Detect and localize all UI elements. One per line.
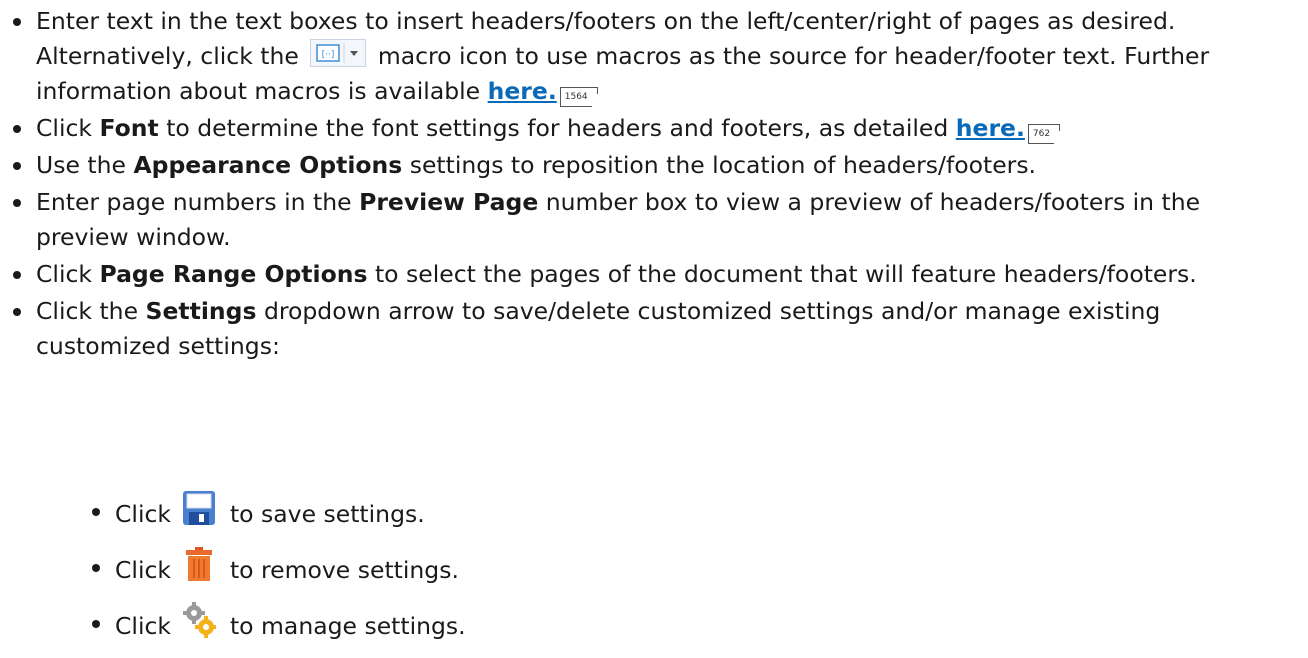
instructions-list: Enter text in the text boxes to insert h… bbox=[0, 4, 1300, 366]
bullet-icon bbox=[13, 308, 21, 316]
list-item: Click to manage settings. bbox=[0, 602, 1300, 650]
bold-term: Font bbox=[99, 114, 159, 142]
list-item: Enter text in the text boxes to insert h… bbox=[0, 4, 1300, 109]
save-icon[interactable] bbox=[182, 490, 216, 526]
bullet-text: Click bbox=[115, 556, 171, 584]
list-item: Click to remove settings. bbox=[0, 546, 1300, 594]
bullet-icon bbox=[13, 18, 21, 26]
bullet-text: to remove settings. bbox=[229, 556, 459, 584]
list-item: Use the Appearance Options settings to r… bbox=[0, 148, 1300, 183]
bullet-text: Use the bbox=[36, 151, 126, 179]
bullet-text: Click bbox=[115, 500, 171, 528]
font-here-link[interactable]: here. bbox=[956, 114, 1025, 142]
help-page: Enter text in the text boxes to insert h… bbox=[0, 0, 1308, 654]
macro-icon[interactable]: [··] bbox=[310, 39, 367, 67]
page-ref-badge: 762 bbox=[1027, 124, 1055, 144]
bullet-icon bbox=[92, 508, 100, 516]
bold-term: Preview Page bbox=[359, 188, 539, 216]
bullet-icon bbox=[13, 162, 21, 170]
bullet-text: to save settings. bbox=[229, 500, 425, 528]
gears-icon[interactable] bbox=[182, 602, 217, 638]
page-ref-badge: 1564 bbox=[559, 87, 592, 107]
macros-here-link[interactable]: here. bbox=[488, 77, 557, 105]
list-item: Click to save settings. bbox=[0, 490, 1300, 538]
bullet-text: settings to reposition the location of h… bbox=[409, 151, 1037, 179]
bullet-text: to select the pages of the document that… bbox=[374, 260, 1197, 288]
bullet-icon bbox=[13, 199, 21, 207]
bullet-text: Enter page numbers in the bbox=[36, 188, 352, 216]
bullet-text: Click bbox=[115, 612, 171, 640]
bold-term: Settings bbox=[145, 297, 257, 325]
list-item: Click the Settings dropdown arrow to sav… bbox=[0, 294, 1300, 364]
bullet-text: Click the bbox=[36, 297, 139, 325]
bullet-text: to determine the font settings for heade… bbox=[166, 114, 949, 142]
list-item: Click Page Range Options to select the p… bbox=[0, 257, 1300, 292]
list-item: Enter page numbers in the Preview Page n… bbox=[0, 185, 1300, 255]
bullet-icon bbox=[92, 620, 100, 628]
trash-icon[interactable] bbox=[182, 546, 216, 582]
settings-sub-list: Click to save settings. Click to remove … bbox=[0, 490, 1300, 658]
list-item: Click Font to determine the font setting… bbox=[0, 111, 1300, 146]
bullet-text: Click bbox=[36, 114, 92, 142]
bullet-icon bbox=[13, 271, 21, 279]
bullet-icon bbox=[13, 125, 21, 133]
bold-term: Appearance Options bbox=[133, 151, 403, 179]
bullet-text: Click bbox=[36, 260, 92, 288]
bullet-text: to manage settings. bbox=[229, 612, 466, 640]
bullet-icon bbox=[92, 564, 100, 572]
bold-term: Page Range Options bbox=[99, 260, 368, 288]
svg-text:[··]: [··] bbox=[322, 50, 335, 60]
